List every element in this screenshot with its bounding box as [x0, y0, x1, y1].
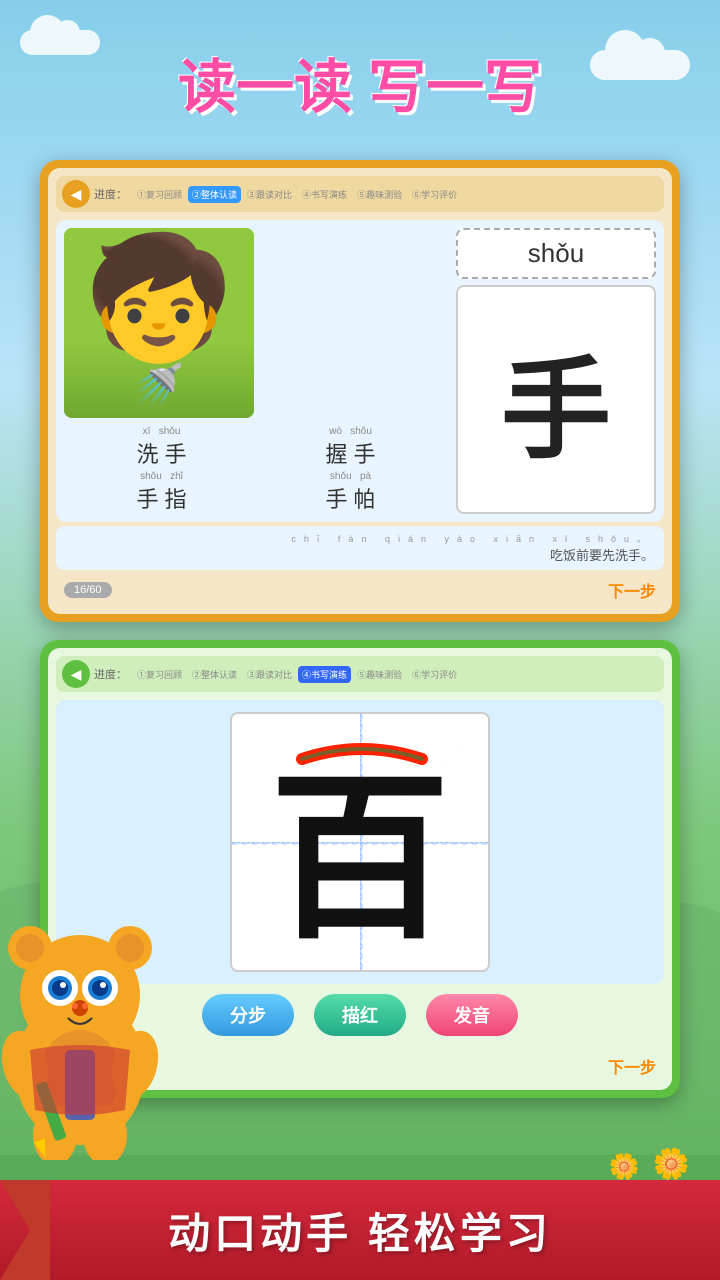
step2-6[interactable]: ⑥学习评价 [408, 666, 461, 683]
back-button-top[interactable]: ◀ [62, 180, 90, 208]
red-stroke-overlay [272, 729, 452, 809]
word-item-1: xī shǒu 洗 手 [68, 426, 255, 469]
word-pinyin-4: shǒu pà [257, 471, 444, 482]
step-1[interactable]: ①复习回顾 [133, 186, 186, 203]
page-title: 读一读 写一写 [0, 40, 720, 124]
card-top: ◀ 进度： ①复习回顾 ②整体认读 ③跟读对比 ④书写演练 ⑤趣味测验 ⑥学习评… [40, 160, 680, 622]
step2-4[interactable]: ④书写演练 [298, 666, 351, 683]
word-chinese-2: 握 手 [325, 442, 375, 467]
char-write-box[interactable]: 百 [230, 712, 490, 972]
next-button-top[interactable]: 下一步 [608, 578, 656, 602]
card-footer-top: 16/60 下一步 [56, 574, 664, 606]
card-top-inner: ◀ 进度： ①复习回顾 ②整体认读 ③跟读对比 ④书写演练 ⑤趣味测验 ⑥学习评… [48, 168, 672, 614]
word-pinyin-1: xī shǒu [68, 426, 255, 437]
bear-svg [0, 910, 180, 1160]
card-top-content: 🧒 🚿 xī shǒu 洗 手 wò shǒu 握 手 [56, 220, 664, 522]
progress-steps-bottom: ①复习回顾 ②整体认读 ③跟读对比 ④书写演练 ⑤趣味测验 ⑥学习评价 [133, 666, 658, 683]
progress-label-bottom: 进度： [94, 666, 127, 682]
step-6[interactable]: ⑥学习评价 [408, 186, 461, 203]
sentence-area: chī fàn qián yào xiān xǐ shǒu。 吃饭前要先洗手。 [56, 526, 664, 570]
step-5[interactable]: ⑤趣味测验 [353, 186, 406, 203]
banner-arrow [0, 1180, 50, 1280]
step2-3[interactable]: ③跟读对比 [243, 666, 296, 683]
word-item-2: wò shǒu 握 手 [257, 426, 444, 469]
step-3[interactable]: ③跟读对比 [243, 186, 296, 203]
sentence-text: 吃饭前要先洗手。 [550, 548, 654, 563]
step2-1[interactable]: ①复习回顾 [133, 666, 186, 683]
word-chinese-3: 手 指 [136, 487, 186, 512]
progress-bar-bottom: ◀ 进度： ①复习回顾 ②整体认读 ③跟读对比 ④书写演练 ⑤趣味测验 ⑥学习评… [56, 656, 664, 692]
sentence-pinyin: chī fàn qián yào xiān xǐ shǒu。 [66, 532, 654, 545]
left-panel: 🧒 🚿 xī shǒu 洗 手 wò shǒu 握 手 [64, 228, 448, 514]
progress-label-top: 进度： [94, 186, 127, 202]
flower-2: 🌼 [609, 1153, 640, 1182]
word-grid: xī shǒu 洗 手 wò shǒu 握 手 shǒu zhǐ 手 指 shǒ… [64, 426, 448, 514]
character-image: 🧒 🚿 [64, 228, 254, 418]
main-character: 手 [501, 320, 611, 480]
fayin-button[interactable]: 发音 [426, 994, 518, 1036]
word-chinese-4: 手 帕 [325, 487, 375, 512]
pinyin-display: shǒu [456, 228, 656, 279]
bottom-banner: 动口动手 轻松学习 [0, 1180, 720, 1280]
progress-bar-top: ◀ 进度： ①复习回顾 ②整体认读 ③跟读对比 ④书写演练 ⑤趣味测验 ⑥学习评… [56, 176, 664, 212]
bear-character [0, 910, 180, 1160]
step-4[interactable]: ④书写演练 [298, 186, 351, 203]
miaohong-button[interactable]: 描红 [314, 994, 406, 1036]
word-chinese-1: 洗 手 [136, 442, 186, 467]
flower-decoration: 🌼 [653, 1147, 690, 1182]
step-2[interactable]: ②整体认读 [188, 186, 241, 203]
word-pinyin-3: shǒu zhǐ [68, 471, 255, 482]
banner-text: 动口动手 轻松学习 [168, 1200, 552, 1261]
word-item-3: shǒu zhǐ 手 指 [68, 471, 255, 514]
character-display: 手 [456, 285, 656, 514]
right-panel: shǒu 手 [456, 228, 656, 514]
progress-steps-top: ①复习回顾 ②整体认读 ③跟读对比 ④书写演练 ⑤趣味测验 ⑥学习评价 [133, 186, 658, 203]
step2-5[interactable]: ⑤趣味测验 [353, 666, 406, 683]
step2-2[interactable]: ②整体认读 [188, 666, 241, 683]
page-count-top: 16/60 [64, 582, 112, 598]
word-pinyin-2: wò shǒu [257, 426, 444, 437]
fenbu-button[interactable]: 分步 [202, 994, 294, 1036]
back-button-bottom[interactable]: ◀ [62, 660, 90, 688]
word-item-4: shǒu pà 手 帕 [257, 471, 444, 514]
next-button-bottom[interactable]: 下一步 [608, 1054, 656, 1078]
